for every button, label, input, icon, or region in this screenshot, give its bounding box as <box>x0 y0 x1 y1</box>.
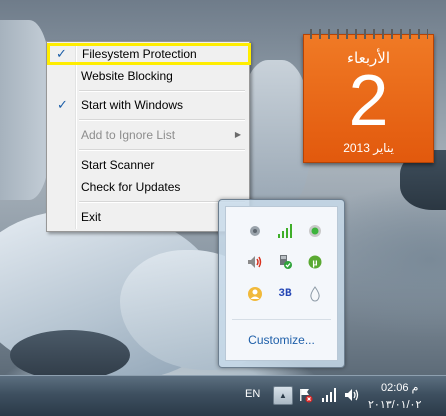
language-indicator[interactable]: EN <box>245 388 260 400</box>
submenu-arrow-icon: ▶ <box>234 130 241 139</box>
calendar-day-number: 2 <box>348 61 389 141</box>
menu-item-check-for-updates[interactable]: Check for Updates <box>49 177 247 197</box>
menu-item-label: Website Blocking <box>81 69 173 83</box>
signal-bars-icon[interactable] <box>276 222 294 240</box>
calendar-gadget[interactable]: الأربعاء 2 يناير 2013 <box>303 29 434 163</box>
app-3b-icon[interactable]: 3B <box>276 285 294 303</box>
show-hidden-icons-button[interactable]: ▲ <box>273 386 293 405</box>
menu-separator <box>79 119 245 121</box>
ice-formation <box>0 20 50 200</box>
usb-safe-remove-icon[interactable] <box>276 253 294 271</box>
menu-item-start-with-windows[interactable]: ✓ Start with Windows <box>49 95 247 115</box>
tray-overflow-flyout: µ 3B Customize... <box>218 199 345 368</box>
flyout-separator <box>232 319 331 320</box>
menu-item-filesystem-protection[interactable]: ✓ Filesystem Protection <box>47 43 251 65</box>
calendar-month-year: يناير 2013 <box>343 141 394 155</box>
calendar-rings <box>310 29 428 39</box>
menu-separator <box>79 149 245 151</box>
menu-item-label: Start with Windows <box>81 98 184 112</box>
taskbar: EN ▲ 02:06 م ٢٠١٣/٠١/٠٢ <box>0 375 446 416</box>
menu-item-label: Add to Ignore List <box>81 128 176 142</box>
speaker-icon[interactable] <box>246 253 264 271</box>
svg-text:µ: µ <box>312 258 317 268</box>
messenger-icon[interactable] <box>246 285 264 303</box>
check-icon: ✓ <box>57 97 68 112</box>
menu-item-label: Filesystem Protection <box>82 47 197 61</box>
menu-item-website-blocking[interactable]: Website Blocking <box>49 66 247 86</box>
ice-formation <box>240 60 310 210</box>
network-signal-icon[interactable] <box>321 387 337 403</box>
utorrent-icon[interactable]: µ <box>306 253 324 271</box>
menu-item-label: Start Scanner <box>81 158 155 172</box>
tray-overflow-panel: µ 3B Customize... <box>225 206 338 361</box>
antivirus-icon[interactable] <box>246 222 264 240</box>
clock-date[interactable]: ٢٠١٣/٠١/٠٢ <box>368 398 421 411</box>
clock-time[interactable]: 02:06 م <box>381 381 418 394</box>
menu-item-label: Exit <box>81 210 102 224</box>
menu-separator <box>79 90 245 92</box>
customize-link[interactable]: Customize... <box>226 333 337 347</box>
menu-item-start-scanner[interactable]: Start Scanner <box>49 155 247 175</box>
volume-icon[interactable] <box>344 387 360 403</box>
menu-item-add-to-ignore-list: Add to Ignore List ▶ <box>49 125 247 145</box>
check-icon: ✓ <box>56 46 67 61</box>
rock <box>10 330 130 375</box>
green-dot-icon[interactable] <box>306 222 324 240</box>
drop-icon[interactable] <box>306 285 324 303</box>
action-center-flag-icon[interactable] <box>297 387 313 403</box>
app-3b-label: 3B <box>278 288 292 300</box>
menu-item-label: Check for Updates <box>81 180 181 194</box>
